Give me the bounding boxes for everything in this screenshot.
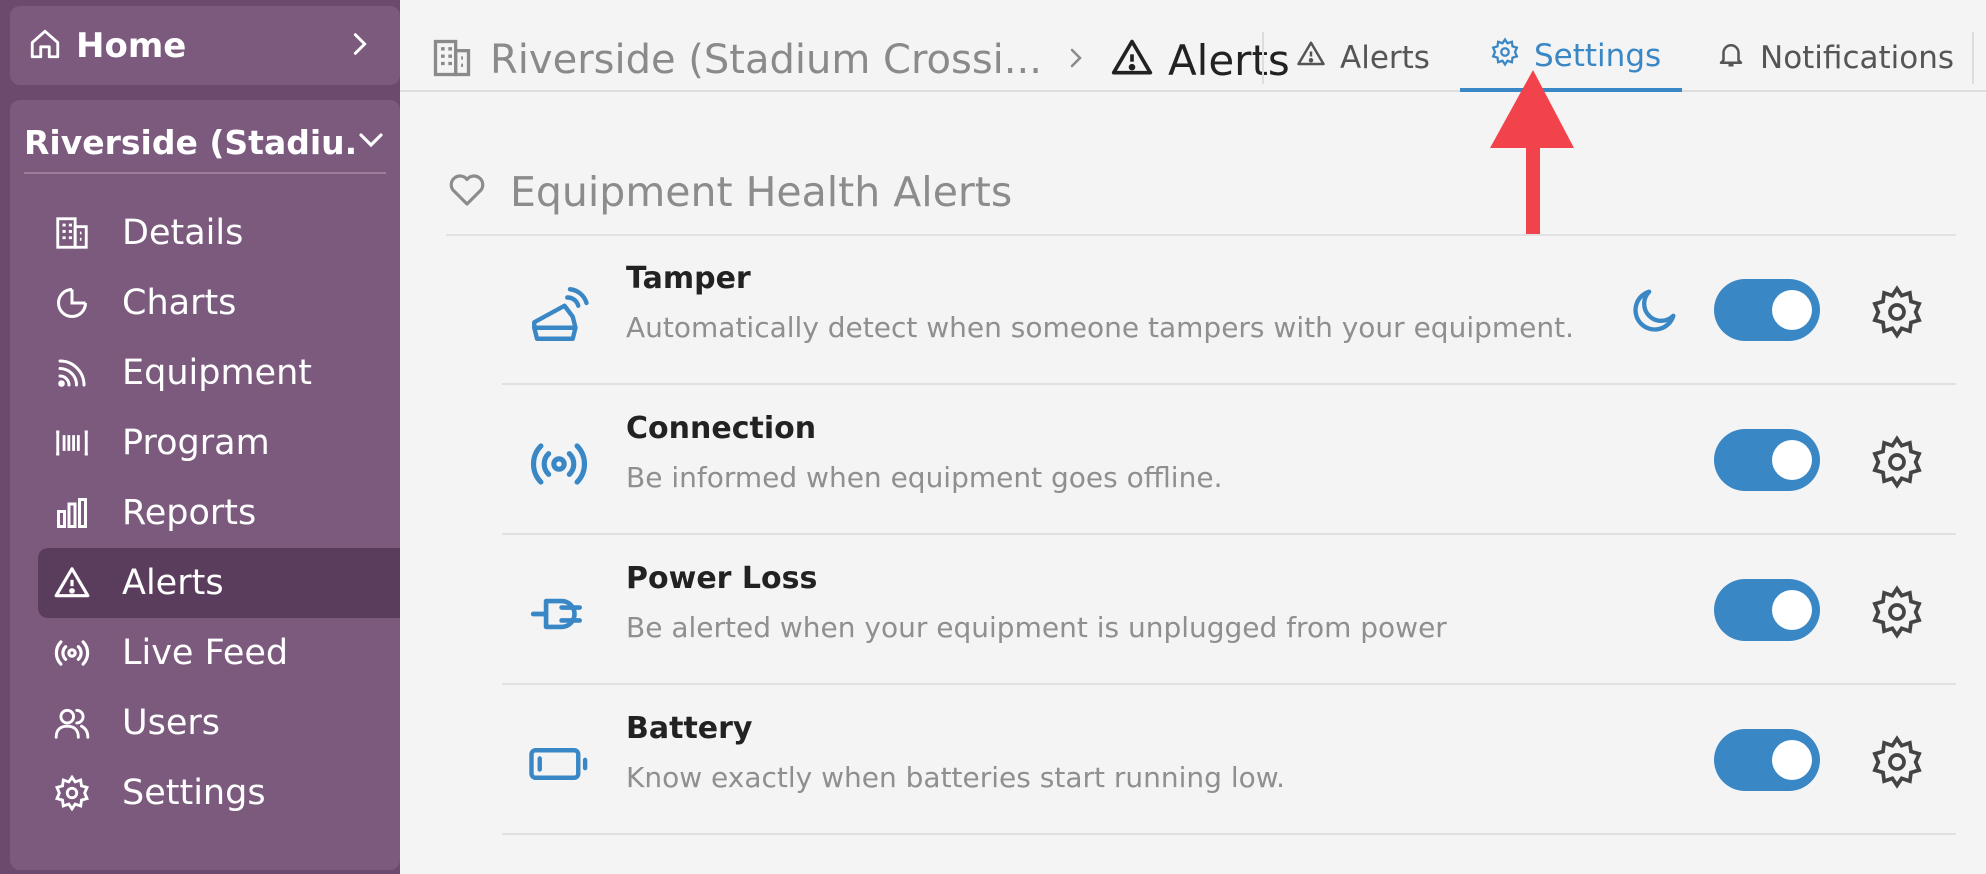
chevron-down-icon [356, 125, 386, 159]
broadcast-icon [50, 631, 94, 675]
gear-icon [50, 771, 94, 815]
sidebar-item-details[interactable]: Details [38, 198, 400, 268]
sidebar-item-reports[interactable]: Reports [38, 478, 400, 548]
alert-title: Power Loss [626, 561, 818, 596]
pie-chart-icon [50, 281, 94, 325]
bar-chart-icon [50, 491, 94, 535]
barcode-icon [50, 421, 94, 465]
sidebar: Home Riverside (Stadiu... Details Charts [0, 0, 400, 874]
alert-toggle[interactable] [1714, 729, 1820, 791]
chevron-right-icon [1064, 46, 1088, 74]
warning-icon [50, 561, 94, 605]
sidebar-item-label: Live Feed [122, 633, 289, 673]
divider [24, 172, 386, 174]
alert-title: Connection [626, 411, 817, 446]
location-selector[interactable]: Riverside (Stadiu... [24, 112, 386, 172]
location-label: Riverside (Stadiu... [24, 122, 356, 162]
annotation-arrow [1490, 70, 1576, 234]
sidebar-item-alerts[interactable]: Alerts [38, 548, 400, 618]
sidebar-item-label: Alerts [122, 563, 224, 603]
warning-icon [1296, 39, 1326, 77]
alert-description: Be informed when equipment goes offline. [626, 461, 1223, 494]
alert-toggle[interactable] [1714, 279, 1820, 341]
home-icon [28, 27, 62, 65]
alert-title: Battery [626, 711, 753, 746]
home-label: Home [76, 25, 187, 66]
gear-icon[interactable] [1868, 583, 1926, 641]
building-icon [50, 211, 94, 255]
alert-toggle[interactable] [1714, 429, 1820, 491]
alert-description: Know exactly when batteries start runnin… [626, 761, 1285, 794]
tab-label: Alerts [1340, 40, 1430, 76]
sidebar-item-label: Details [122, 213, 244, 253]
divider [1262, 32, 1264, 84]
alert-description: Be alerted when your equipment is unplug… [626, 611, 1447, 644]
warning-icon [1110, 36, 1154, 84]
sidebar-item-program[interactable]: Program [38, 408, 400, 478]
sidebar-item-charts[interactable]: Charts [38, 268, 400, 338]
alert-toggle[interactable] [1714, 579, 1820, 641]
chevron-right-icon [346, 30, 386, 62]
building-icon [430, 36, 474, 84]
toggle-knob [1772, 590, 1812, 630]
page-title: Alerts [1167, 35, 1290, 85]
alert-description: Automatically detect when someone tamper… [626, 311, 1575, 344]
moon-icon[interactable] [1624, 281, 1684, 341]
tamper-icon [526, 281, 592, 347]
sidebar-item-label: Program [122, 423, 270, 463]
heart-icon [446, 169, 488, 215]
sidebar-nav: Details Charts Equipment Program Reports [38, 198, 400, 828]
bell-icon [1716, 39, 1746, 77]
home-link[interactable]: Home [10, 6, 400, 85]
gear-icon[interactable] [1868, 433, 1926, 491]
divider [1972, 32, 1974, 84]
sidebar-item-users[interactable]: Users [38, 688, 400, 758]
battery-icon [526, 731, 592, 797]
tab-alerts[interactable]: Alerts [1296, 24, 1430, 92]
toggle-knob [1772, 740, 1812, 780]
section-title: Equipment Health Alerts [510, 168, 1013, 216]
users-icon [50, 701, 94, 745]
sidebar-item-equipment[interactable]: Equipment [38, 338, 400, 408]
sidebar-item-settings[interactable]: Settings [38, 758, 400, 828]
alert-row-tamper: Tamper Automatically detect when someone… [502, 235, 1956, 385]
tab-label: Settings [1534, 38, 1662, 74]
signal-icon [50, 351, 94, 395]
breadcrumb-site[interactable]: Riverside (Stadium Crossi... [490, 37, 1042, 83]
sidebar-item-label: Equipment [122, 353, 312, 393]
sidebar-item-label: Charts [122, 283, 237, 323]
section-header: Equipment Health Alerts [446, 168, 1012, 216]
toggle-knob [1772, 290, 1812, 330]
tab-notifications[interactable]: Notifications [1716, 24, 1954, 92]
alert-title: Tamper [626, 261, 751, 296]
sidebar-item-label: Reports [122, 493, 257, 533]
gear-icon[interactable] [1868, 733, 1926, 791]
alert-row-power-loss: Power Loss Be alerted when your equipmen… [502, 535, 1956, 685]
breadcrumb: Riverside (Stadium Crossi... Alerts [430, 30, 1290, 90]
sidebar-item-label: Users [122, 703, 221, 743]
sidebar-item-label: Settings [122, 773, 266, 813]
plug-icon [526, 581, 592, 647]
alert-row-connection: Connection Be informed when equipment go… [502, 385, 1956, 535]
gear-icon[interactable] [1868, 283, 1926, 341]
alert-row-battery: Battery Know exactly when batteries star… [502, 685, 1956, 835]
tab-label: Notifications [1760, 40, 1955, 76]
toggle-knob [1772, 440, 1812, 480]
broadcast-icon [526, 431, 592, 497]
sidebar-item-live-feed[interactable]: Live Feed [38, 618, 400, 688]
